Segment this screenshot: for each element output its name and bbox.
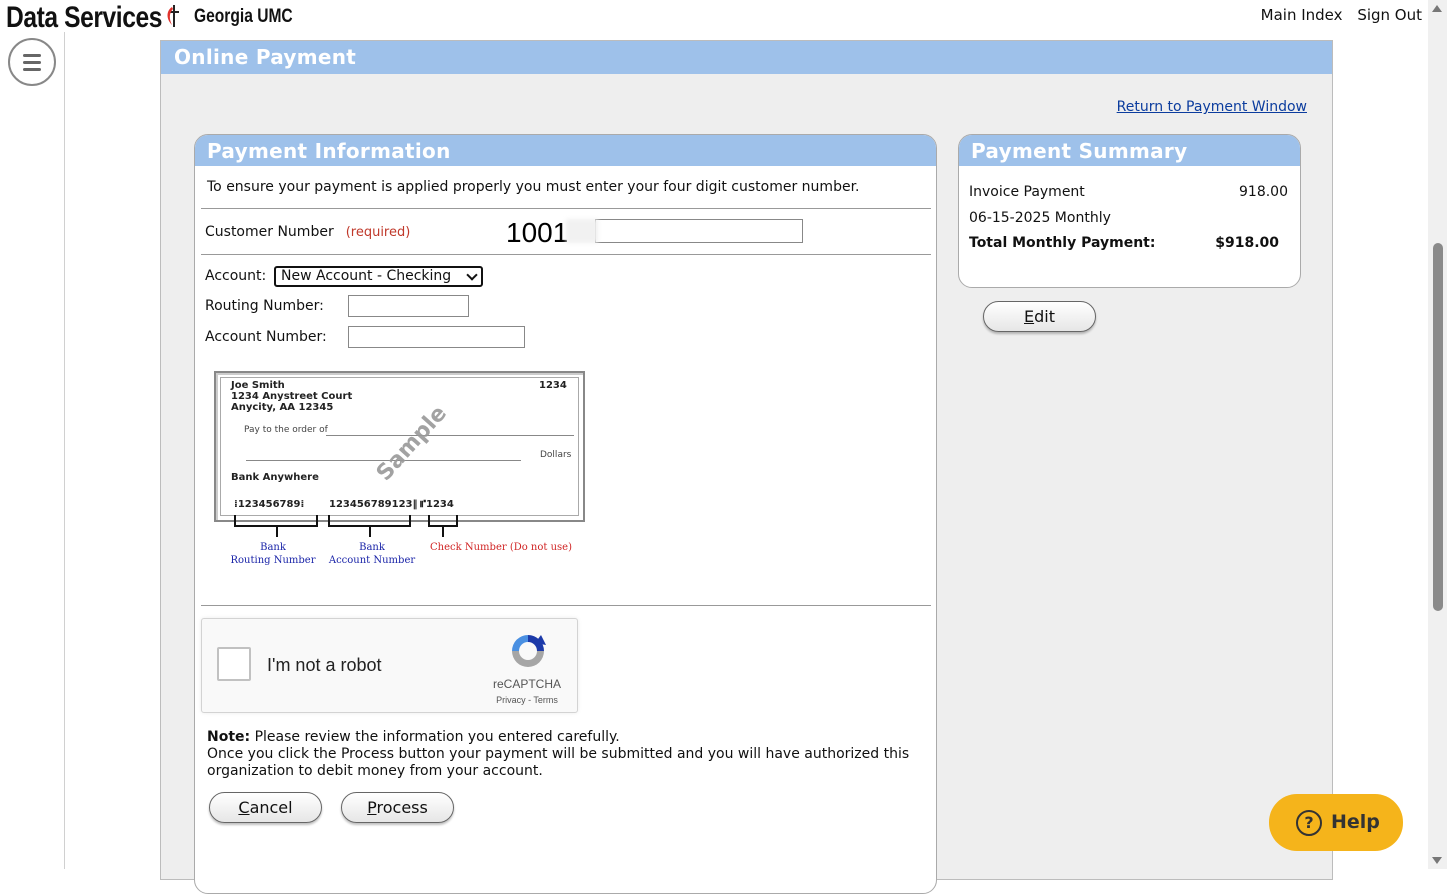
scroll-down-arrow-icon[interactable] xyxy=(1432,857,1442,864)
help-label: Help xyxy=(1331,811,1380,833)
note-line1: Please review the information you entere… xyxy=(254,729,620,745)
scrollbar-thumb[interactable] xyxy=(1433,243,1443,611)
sample-check-image: Joe Smith 1234 Anystreet Court Anycity, … xyxy=(214,371,585,522)
cancel-button[interactable]: Cancel xyxy=(209,792,322,823)
summary-row-value: 918.00 xyxy=(1239,184,1288,200)
page-title: Online Payment xyxy=(161,41,1332,74)
micr-check: ⑈1234 xyxy=(420,499,454,510)
account-number-label: Account Number: xyxy=(205,329,327,345)
customer-number-instructions: To ensure your payment is applied proper… xyxy=(207,179,860,195)
check-bank-name: Bank Anywhere xyxy=(231,472,319,483)
customer-number-value: 1001 xyxy=(506,217,569,248)
required-indicator: (required) xyxy=(345,225,411,240)
top-links: Main Index Sign Out xyxy=(1251,6,1422,24)
divider xyxy=(201,254,931,255)
payment-information-card: Payment Information To ensure your payme… xyxy=(194,134,937,894)
account-number-annotation: Bank Account Number xyxy=(328,542,416,566)
summary-total-label: Total Monthly Payment: xyxy=(969,235,1156,251)
online-payment-panel: Online Payment Return to Payment Window … xyxy=(160,40,1333,894)
recaptcha-checkbox[interactable] xyxy=(217,647,251,681)
account-label: Account: xyxy=(205,268,267,284)
vertical-scrollbar[interactable] xyxy=(1428,0,1447,869)
micr-routing: ⁞123456789⁞ xyxy=(234,499,305,510)
micr-account: 123456789123‖ xyxy=(329,499,418,510)
cancel-button-label: Cancel xyxy=(238,798,293,817)
payment-information-title: Payment Information xyxy=(195,135,936,166)
note-label: Note: xyxy=(207,729,251,745)
account-select[interactable]: New Account - Checking xyxy=(274,266,483,287)
recaptcha-widget: I'm not a robot reCAPTCHA Privacy - Term… xyxy=(201,618,578,713)
recaptcha-links[interactable]: Privacy - Terms xyxy=(482,695,572,705)
routing-number-label: Routing Number: xyxy=(205,298,324,314)
summary-row-label: 06-15-2025 Monthly xyxy=(969,210,1111,226)
account-select-value: New Account - Checking xyxy=(281,268,452,284)
check-name: Joe Smith xyxy=(231,380,285,391)
process-button[interactable]: Process xyxy=(341,792,454,823)
chevron-down-icon xyxy=(466,269,478,281)
summary-total-row: Total Monthly Payment: $918.00 xyxy=(969,235,1288,251)
authorization-note: Note: Please review the information you … xyxy=(207,729,927,780)
routing-number-annotation: Bank Routing Number xyxy=(230,542,316,566)
divider xyxy=(201,605,931,606)
account-number-input[interactable] xyxy=(348,326,525,348)
summary-row: 06-15-2025 Monthly xyxy=(969,210,1288,226)
cross-flame-logo-icon xyxy=(167,5,179,27)
payment-summary-title: Payment Summary xyxy=(959,135,1300,166)
recaptcha-brand: reCAPTCHA xyxy=(492,677,561,691)
left-rail xyxy=(0,32,65,869)
hamburger-menu-icon[interactable] xyxy=(8,38,56,86)
org-name: Georgia UMC xyxy=(194,6,293,27)
check-number-annotation: Check Number (Do not use) xyxy=(430,542,572,553)
sign-out-link[interactable]: Sign Out xyxy=(1357,6,1422,24)
routing-number-input[interactable] xyxy=(348,295,469,317)
question-circle-icon: ? xyxy=(1296,810,1322,836)
redacted-digits xyxy=(566,219,598,243)
top-bar: Data Services Georgia UMC Main Index Sig… xyxy=(0,0,1428,34)
summary-total-value: $918.00 xyxy=(1215,235,1279,251)
edit-button[interactable]: Edit xyxy=(983,301,1096,332)
divider xyxy=(201,208,931,209)
process-button-label: Process xyxy=(367,798,428,817)
return-to-payment-window-link[interactable]: Return to Payment Window xyxy=(1117,99,1307,115)
check-pay-to-label: Pay to the order of xyxy=(244,425,328,435)
main-index-link[interactable]: Main Index xyxy=(1261,6,1343,24)
check-address-line2: Anycity, AA 12345 xyxy=(231,402,334,413)
payment-summary-card: Payment Summary Invoice Payment 918.00 0… xyxy=(958,134,1301,288)
note-line2: Once you click the Process button your p… xyxy=(207,746,910,779)
check-dollars-label: Dollars xyxy=(540,450,572,460)
customer-number-label-text: Customer Number xyxy=(205,224,334,240)
customer-number-label: Customer Number (required) xyxy=(205,224,410,240)
help-button[interactable]: ? Help xyxy=(1269,794,1403,851)
scroll-up-arrow-icon[interactable] xyxy=(1432,5,1442,12)
recaptcha-label: I'm not a robot xyxy=(267,655,382,675)
check-address-line1: 1234 Anystreet Court xyxy=(231,391,353,402)
customer-number-input[interactable] xyxy=(595,219,803,243)
brand-name: Data Services xyxy=(6,1,163,34)
check-number: 1234 xyxy=(539,380,567,391)
summary-row: Invoice Payment 918.00 xyxy=(969,184,1288,200)
edit-button-label: Edit xyxy=(1024,307,1055,326)
recaptcha-logo-icon xyxy=(512,635,546,667)
summary-row-label: Invoice Payment xyxy=(969,184,1085,200)
